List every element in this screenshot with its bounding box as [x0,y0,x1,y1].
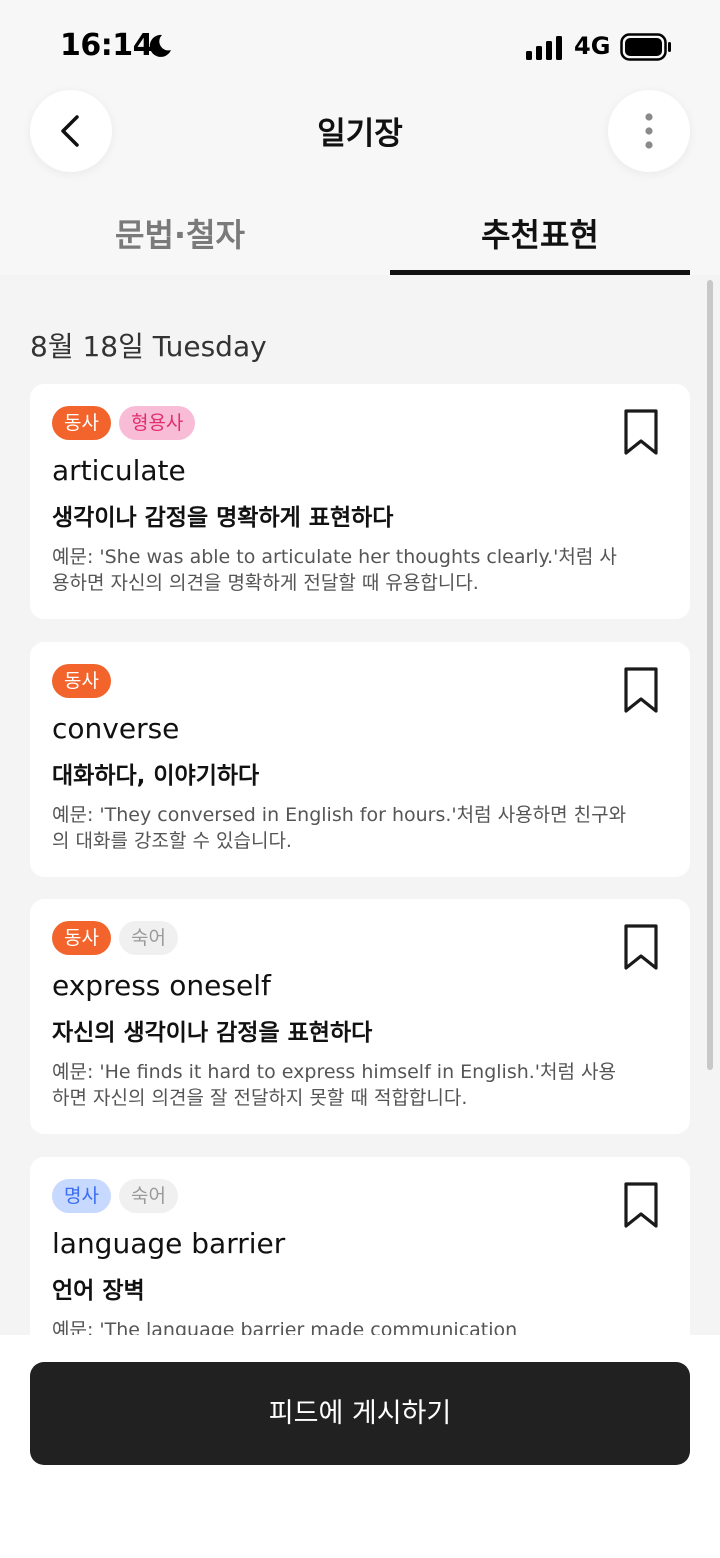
expression-card[interactable]: 동사 converse 대화하다, 이야기하다 예문: 'They conver… [30,642,690,877]
expression-card[interactable]: 동사 숙어 express oneself 자신의 생각이나 감정을 표현하다 … [30,899,690,1134]
expression-example: 예문: 'They conversed in English for hours… [52,804,627,852]
expression-word: converse [52,712,180,745]
tab-grammar-spelling[interactable]: 문법·철자 [30,210,330,256]
expression-word: language barrier [52,1227,286,1260]
tag-idiom: 숙어 [118,1179,178,1213]
expression-word: articulate [52,454,186,487]
tab-recommended-expressions[interactable]: 추천표현 [390,210,690,256]
status-bar: 16:14 4G [0,0,720,90]
expression-card[interactable]: 명사 숙어 language barrier 언어 장벽 예문: 'The la… [30,1157,690,1335]
bookmark-icon[interactable] [622,923,660,971]
expression-meaning: 언어 장벽 [52,1278,145,1304]
expression-list[interactable]: 8월 18일 Tuesday 동사 형용사 articulate 생각이나 감정… [0,275,720,1335]
tag-verb: 동사 [52,921,111,955]
tag-verb: 동사 [52,406,111,440]
expression-example: 예문: 'She was able to articulate her thou… [52,546,617,594]
header: 일기장 문법·철자 추천표현 [0,90,720,275]
expression-example: 예문: 'The language barrier made communica… [52,1319,518,1335]
post-to-feed-button[interactable]: 피드에 게시하기 [30,1362,690,1465]
bookmark-icon[interactable] [622,1181,660,1229]
more-button[interactable] [608,90,690,172]
expression-meaning: 대화하다, 이야기하다 [52,763,260,789]
expression-card[interactable]: 동사 형용사 articulate 생각이나 감정을 명확하게 표현하다 예문:… [30,384,690,619]
bookmark-icon[interactable] [622,408,660,456]
status-time: 16:14 [60,28,154,63]
tag-list: 동사 [52,664,111,698]
bottom-bar: 피드에 게시하기 [0,1335,720,1558]
expression-example: 예문: 'He finds it hard to express himself… [52,1061,616,1109]
tag-idiom: 숙어 [118,921,178,955]
tag-verb: 동사 [52,664,111,698]
signal-icon [526,36,562,60]
tag-adjective: 형용사 [118,406,196,440]
scrollbar[interactable] [707,280,713,1070]
more-vertical-icon [645,113,653,149]
tag-noun: 명사 [52,1179,111,1213]
tag-list: 동사 형용사 [52,406,196,440]
network-label: 4G [574,32,611,60]
moon-icon [149,34,171,57]
expression-meaning: 생각이나 감정을 명확하게 표현하다 [52,505,394,531]
bookmark-icon[interactable] [622,666,660,714]
date-label: 8월 18일 Tuesday [30,330,267,363]
tag-list: 동사 숙어 [52,921,178,955]
expression-meaning: 자신의 생각이나 감정을 표현하다 [52,1020,373,1046]
expression-word: express oneself [52,969,271,1002]
tag-list: 명사 숙어 [52,1179,178,1213]
battery-icon [620,33,671,61]
